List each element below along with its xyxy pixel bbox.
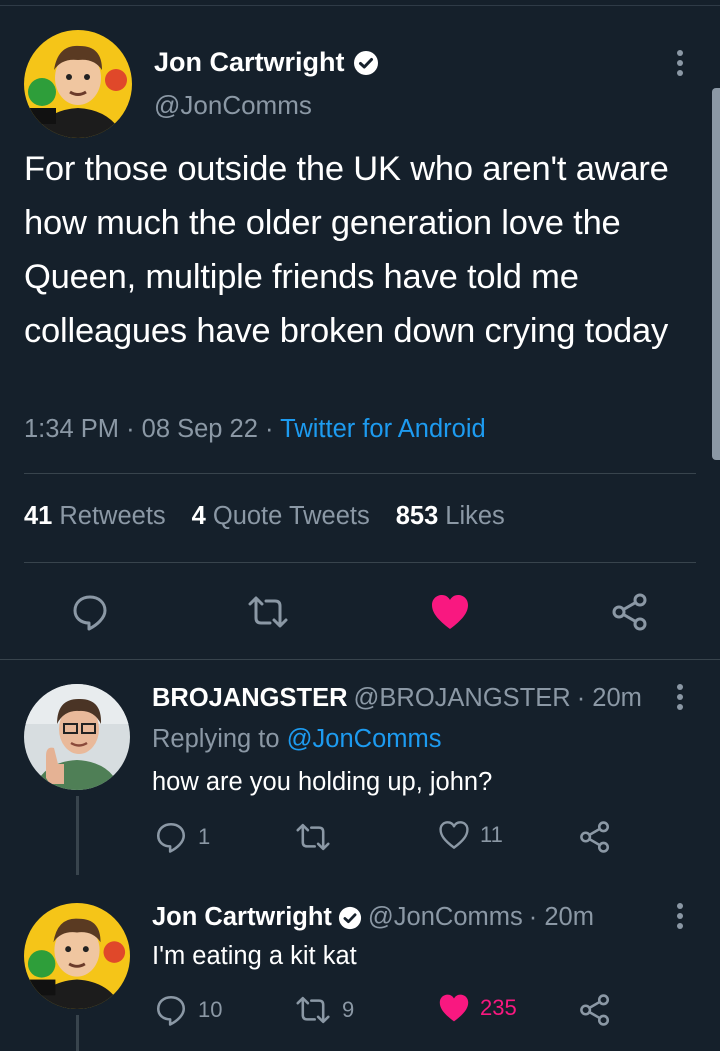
tweet-stats: 41 Retweets 4 Quote Tweets 853 Likes	[24, 502, 505, 531]
like-count: 11	[480, 822, 503, 847]
thread-line	[76, 796, 79, 875]
reply-count: 10	[198, 997, 223, 1022]
heart-outline-icon	[439, 821, 469, 849]
retweets-stat[interactable]: 41 Retweets	[24, 502, 166, 531]
tweet-text: For those outside the UK who aren't awar…	[24, 150, 669, 350]
reply-header: BROJANGSTER @BROJANGSTER · 20m	[152, 684, 642, 713]
heart-filled-icon	[432, 595, 468, 629]
author-handle[interactable]: @BROJANGSTER	[354, 684, 571, 713]
reply-text: how are you holding up, john?	[152, 768, 493, 796]
retweet-button[interactable]	[246, 590, 290, 634]
reply-tweet[interactable]: BROJANGSTER @BROJANGSTER · 20m Replying …	[0, 660, 720, 875]
author-name[interactable]: Jon Cartwright	[154, 47, 379, 78]
reply-icon	[156, 995, 186, 1026]
retweet-button[interactable]	[294, 820, 332, 854]
reply-actions: 10 9 235	[152, 993, 672, 1033]
share-icon	[580, 994, 610, 1026]
tweet-meta: 1:34 PM · 08 Sep 22 · Twitter for Androi…	[24, 415, 486, 444]
reply-button[interactable]: 1	[154, 820, 210, 854]
author-name[interactable]: BROJANGSTER	[152, 684, 348, 713]
tweet-source-link[interactable]: Twitter for Android	[280, 415, 486, 443]
heart-filled-icon	[439, 994, 469, 1022]
like-count: 235	[480, 995, 517, 1020]
like-button[interactable]: 11	[438, 820, 503, 850]
reply-text: I'm eating a kit kat	[152, 942, 357, 970]
reply-header: Jon Cartwright @JonComms · 20m	[152, 903, 594, 932]
like-button[interactable]	[428, 590, 472, 634]
more-options-icon[interactable]	[676, 684, 684, 710]
tweet-time: 1:34 PM	[24, 415, 119, 443]
retweet-icon	[296, 823, 330, 851]
share-icon	[612, 593, 647, 631]
share-icon	[580, 821, 610, 853]
avatar[interactable]	[24, 684, 130, 790]
retweet-button[interactable]: 9	[294, 993, 354, 1027]
author-handle[interactable]: @JonComms	[368, 903, 523, 932]
meta-dot: ·	[126, 415, 135, 443]
meta-dot: ·	[265, 415, 274, 443]
reply-time[interactable]: · 20m	[577, 684, 642, 713]
share-button[interactable]	[578, 820, 612, 854]
stats-divider-top	[24, 473, 696, 474]
author-handle[interactable]: @JonComms	[154, 90, 312, 121]
retweet-count: 9	[342, 997, 355, 1022]
tweet-date: 08 Sep 22	[141, 415, 258, 443]
reply-icon	[156, 822, 186, 853]
avatar[interactable]	[24, 903, 130, 1009]
stats-divider-bottom	[24, 562, 696, 563]
like-button[interactable]: 235	[438, 993, 517, 1023]
avatar[interactable]	[24, 30, 132, 138]
reply-button[interactable]	[68, 590, 112, 634]
reply-button[interactable]: 10	[154, 993, 222, 1027]
verified-badge-icon	[353, 50, 378, 75]
thread-line	[76, 1015, 79, 1051]
more-options-icon[interactable]	[676, 903, 684, 929]
retweet-icon	[296, 996, 330, 1024]
quote-tweets-stat[interactable]: 4 Quote Tweets	[192, 502, 370, 531]
more-options-icon[interactable]	[676, 50, 684, 76]
likes-stat[interactable]: 853 Likes	[396, 502, 505, 531]
author-name-text[interactable]: Jon Cartwright	[154, 47, 345, 78]
author-name[interactable]: Jon Cartwright	[152, 903, 332, 932]
replying-to-label: Replying to	[152, 725, 280, 753]
reply-icon	[73, 595, 107, 631]
reply-count: 1	[198, 824, 211, 849]
replying-to-link[interactable]: @JonComms	[287, 725, 442, 753]
replying-to: Replying to @JonComms	[152, 725, 442, 754]
verified-badge-icon	[338, 906, 361, 929]
tweet-actions	[0, 590, 720, 634]
retweet-icon	[248, 596, 288, 628]
share-button[interactable]	[608, 590, 652, 634]
reply-tweet[interactable]: Jon Cartwright @JonComms · 20m I'm eatin…	[0, 875, 720, 1051]
share-button[interactable]	[578, 993, 612, 1027]
reply-actions: 1 11	[152, 820, 672, 860]
reply-time[interactable]: · 20m	[529, 903, 594, 932]
main-tweet: Jon Cartwright @JonComms For those outsi…	[0, 0, 720, 660]
